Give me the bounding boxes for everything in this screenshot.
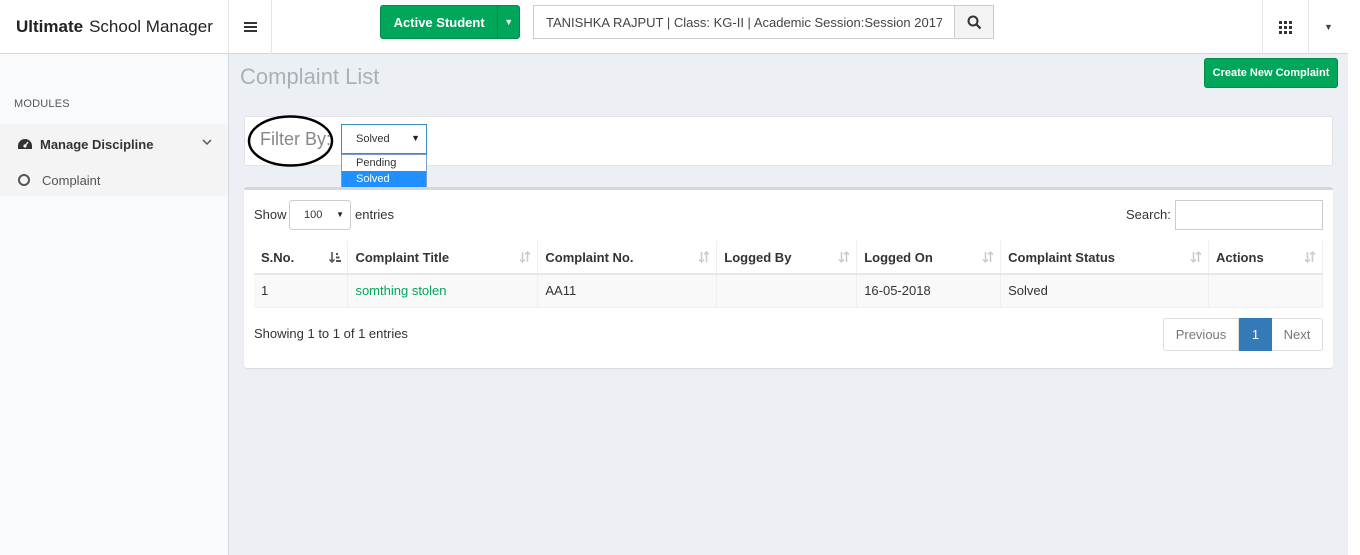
sort-icon <box>519 251 531 263</box>
table-search-label: Search: <box>1126 207 1171 222</box>
active-student-label: Active Student <box>393 14 485 30</box>
sort-active-icon <box>329 252 342 263</box>
status-filter-select[interactable]: Solved ▼ <box>341 124 427 154</box>
student-search-input[interactable] <box>533 5 954 39</box>
complaint-title-link[interactable]: somthing stolen <box>355 283 446 298</box>
column-header-sno[interactable]: S.No. <box>254 241 349 275</box>
column-header-logged-on[interactable]: Logged On <box>856 241 1002 275</box>
user-menu-caret-icon[interactable]: ▼ <box>1308 0 1348 54</box>
caret-down-icon[interactable]: ▼ <box>497 6 519 38</box>
page-title: Complaint List <box>240 64 380 89</box>
show-label: Show <box>254 207 287 222</box>
sort-icon <box>1304 251 1316 263</box>
sidebar: MODULES Manage Discipline Complaint <box>0 54 229 555</box>
sidebar-item-complaint[interactable]: Complaint <box>0 164 228 196</box>
entries-label: entries <box>355 207 395 222</box>
column-header-actions[interactable]: Actions <box>1208 241 1323 275</box>
sort-icon <box>838 251 850 263</box>
modules-header: MODULES <box>14 98 70 110</box>
table-row: 1 somthing stolen AA11 16-05-2018 Solved <box>254 274 1323 308</box>
cell-status: Solved <box>1000 274 1209 308</box>
grid-icon <box>1279 20 1292 34</box>
circle-icon <box>18 174 30 186</box>
previous-page-button[interactable]: Previous <box>1163 318 1239 351</box>
app-brand[interactable]: Ultimate School Manager <box>0 0 229 54</box>
student-search <box>533 5 994 39</box>
column-header-number[interactable]: Complaint No. <box>537 241 718 275</box>
dashboard-icon <box>18 139 32 149</box>
search-button[interactable] <box>954 5 994 39</box>
menu-toggle-button[interactable] <box>229 0 272 54</box>
chevron-down-icon <box>202 139 212 146</box>
table-info: Showing 1 to 1 of 1 entries <box>254 326 408 341</box>
sort-icon <box>982 251 994 263</box>
cell-number: AA11 <box>537 274 718 308</box>
pagination: Previous 1 Next <box>1163 318 1323 351</box>
caret-down-icon: ▼ <box>336 210 344 219</box>
cell-logged-by <box>716 274 858 308</box>
search-icon <box>967 15 981 29</box>
page-size-value: 100 <box>304 209 323 221</box>
status-filter-value: Solved <box>356 133 390 145</box>
column-header-logged-by[interactable]: Logged By <box>716 241 858 275</box>
filter-option-solved[interactable]: Solved <box>342 171 426 187</box>
cell-logged-on: 16-05-2018 <box>856 274 1002 308</box>
sidebar-item-label: Manage Discipline <box>40 136 154 152</box>
cell-title: somthing stolen <box>347 274 539 308</box>
hamburger-icon <box>243 22 257 32</box>
sort-icon <box>1190 251 1202 263</box>
sidebar-item-manage-discipline[interactable]: Manage Discipline <box>0 124 228 164</box>
filter-option-pending[interactable]: Pending <box>342 155 426 171</box>
sort-icon <box>698 251 710 263</box>
table-search-input[interactable] <box>1175 200 1323 230</box>
sidebar-subitem-label: Complaint <box>42 172 101 188</box>
brand-rest: School Manager <box>89 17 213 36</box>
page-size-select[interactable]: 100 ▼ <box>289 200 351 230</box>
scrollbar[interactable] <box>1348 0 1360 555</box>
brand-bold: Ultimate <box>16 17 84 36</box>
status-filter-dropdown: Pending Solved <box>341 154 427 187</box>
column-header-title[interactable]: Complaint Title <box>347 241 539 275</box>
page-1-button[interactable]: 1 <box>1239 318 1272 351</box>
cell-sno: 1 <box>254 274 349 308</box>
active-student-button[interactable]: Active Student ▼ <box>380 5 520 39</box>
complaints-table: S.No. Complaint Title Complaint No. Logg… <box>254 241 1323 308</box>
caret-down-icon: ▼ <box>411 133 420 143</box>
create-new-complaint-button[interactable]: Create New Complaint <box>1204 58 1338 88</box>
apps-grid-button[interactable] <box>1262 0 1308 54</box>
annotation-ellipse <box>247 115 334 167</box>
top-header: Ultimate School Manager Active Student ▼… <box>0 0 1360 54</box>
table-header-row: S.No. Complaint Title Complaint No. Logg… <box>254 241 1323 275</box>
cell-actions <box>1208 274 1323 308</box>
next-page-button[interactable]: Next <box>1272 318 1323 351</box>
column-header-status[interactable]: Complaint Status <box>1000 241 1209 275</box>
